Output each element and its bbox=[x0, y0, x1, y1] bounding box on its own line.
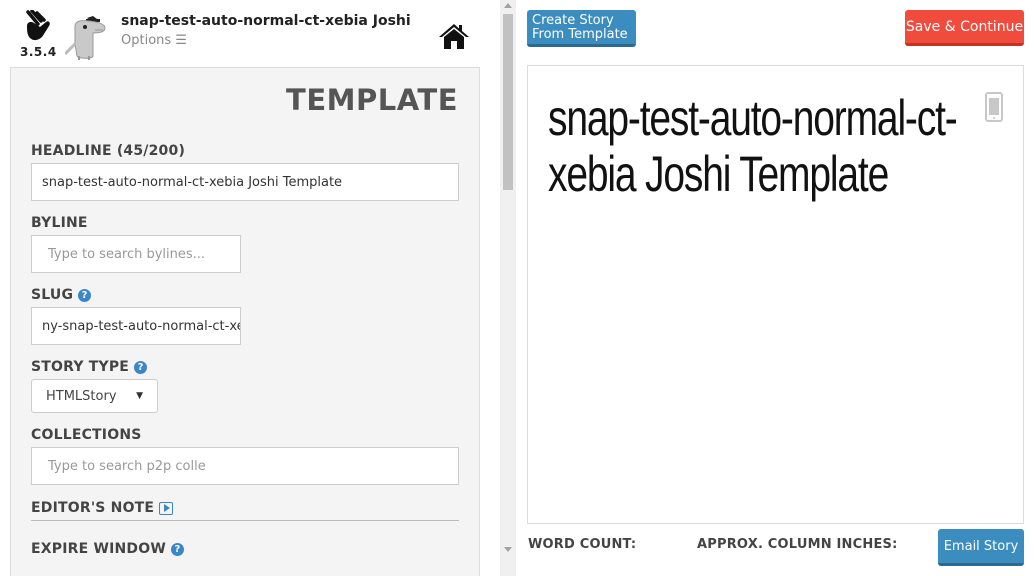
scrollbar-thumb[interactable] bbox=[503, 14, 513, 190]
section-divider bbox=[31, 520, 459, 521]
expire-window-help-icon[interactable]: ? bbox=[170, 542, 184, 556]
byline-label: BYLINE bbox=[31, 215, 88, 231]
story-type-help-icon[interactable]: ? bbox=[134, 360, 148, 374]
mobile-preview-icon[interactable] bbox=[985, 92, 1003, 122]
story-title: snap-test-auto-normal-ct-xebia Joshi bbox=[121, 13, 411, 29]
options-menu[interactable]: Options ☰ bbox=[121, 33, 187, 48]
dino-avatar bbox=[65, 16, 106, 60]
story-type-select[interactable]: HTMLStory ▼ bbox=[31, 379, 158, 413]
home-icon[interactable] bbox=[438, 22, 470, 50]
slug-help-icon[interactable]: ? bbox=[78, 288, 92, 302]
headline-label: HEADLINE (45/200) bbox=[31, 143, 186, 159]
editors-note-label: EDITOR'S NOTE bbox=[31, 500, 174, 516]
column-inches-label: APPROX. COLUMN INCHES: bbox=[697, 537, 898, 552]
snap-hand-icon bbox=[26, 10, 50, 41]
email-story-button[interactable]: Email Story bbox=[938, 529, 1024, 566]
left-scrollbar[interactable] bbox=[500, 0, 516, 576]
expand-play-icon[interactable] bbox=[159, 501, 174, 515]
create-from-template-button[interactable]: Create Story From Template bbox=[527, 10, 636, 47]
headline-input[interactable]: snap-test-auto-normal-ct-xebia Joshi Tem… bbox=[31, 163, 459, 201]
story-type-label: STORY TYPE ? bbox=[31, 359, 148, 375]
editor-panel: 3.5.4 snap-test-auto-normal-ct-xebia Jos… bbox=[0, 0, 500, 576]
template-form: TEMPLATE HEADLINE (45/200) snap-test-aut… bbox=[10, 67, 480, 576]
collections-search-input[interactable]: Type to search p2p colle bbox=[31, 447, 459, 485]
scroll-down-arrow-icon[interactable] bbox=[504, 547, 512, 552]
story-preview: snap-test-auto-normal-ct-xebia Joshi Tem… bbox=[527, 65, 1024, 524]
byline-search-input[interactable]: Type to search bylines... bbox=[31, 235, 241, 273]
slug-input[interactable]: ny-snap-test-auto-normal-ct-xe bbox=[31, 307, 241, 345]
collections-label: COLLECTIONS bbox=[31, 427, 142, 443]
slug-label: SLUG ? bbox=[31, 287, 92, 303]
dropdown-caret-icon: ▼ bbox=[136, 391, 143, 401]
version-label: 3.5.4 bbox=[20, 45, 57, 59]
preview-headline: snap-test-auto-normal-ct-xebia Joshi Tem… bbox=[548, 90, 958, 202]
form-title: TEMPLATE bbox=[286, 83, 458, 117]
word-count-label: WORD COUNT: bbox=[528, 537, 637, 552]
expire-window-label: EXPIRE WINDOW ? bbox=[31, 541, 184, 557]
top-bar: 3.5.4 snap-test-auto-normal-ct-xebia Jos… bbox=[0, 0, 500, 66]
save-continue-button[interactable]: Save & Continue bbox=[905, 10, 1024, 46]
scroll-up-arrow-icon[interactable] bbox=[504, 3, 512, 8]
